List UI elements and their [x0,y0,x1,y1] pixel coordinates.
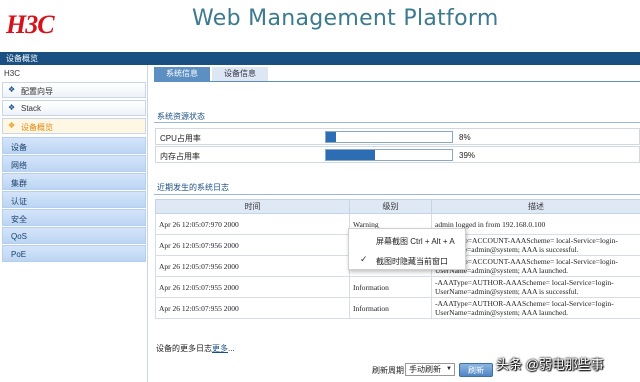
header: H3C Web Management Platform [0,0,640,52]
refresh-period-value: 手动刷新 [409,365,441,374]
table-row: Apr 26 12:05:07:955 2000 Information -AA… [155,276,640,298]
sidebar-item-stack[interactable]: ❖ Stack [2,100,146,116]
chevron-down-icon: ▼ [446,366,452,372]
cpu-usage-value: 8% [459,133,471,142]
log-time: Apr 26 12:05:07:956 2000 [155,255,350,277]
menu-item-hide-window[interactable]: ✓ 截图时隐藏当前窗口 [349,250,467,270]
checkmark-icon: ✓ [360,254,368,264]
log-time: Apr 26 12:05:07:970 2000 [155,213,350,235]
breadcrumb-bar: 设备概览 [0,52,640,65]
category-label: 集群 [11,179,27,188]
log-time: Apr 26 12:05:07:955 2000 [155,297,350,319]
log-time: Apr 26 12:05:07:955 2000 [155,276,350,298]
sidebar-item-label: 配置向导 [21,87,53,96]
column-header-time[interactable]: 时间 [155,199,350,214]
memory-usage-bar [325,149,453,161]
diamond-icon: ❖ [8,103,16,112]
more-logs-link[interactable]: 更多 [212,344,228,353]
menu-item-label: 屏幕截图 Ctrl + Alt + A [376,237,455,246]
log-description: -AAAType=AUTHOR-AAAScheme= local-Service… [431,276,640,298]
memory-usage-value: 39% [459,151,476,160]
column-header-description[interactable]: 描述 [431,199,640,214]
sidebar-item-label: Stack [21,104,42,113]
refresh-button[interactable]: 刷新 [459,363,493,377]
sidebar-title: H3C [4,69,21,78]
log-level: Information [349,276,432,298]
category-label: 设备 [11,143,27,152]
category-label: QoS [11,232,28,241]
sidebar: H3C ❖ 配置向导 ❖ Stack ❖ 设备概览 设备 网络 集群 认证 安全… [0,65,148,382]
log-title: 近期发生的系统日志 [157,183,229,192]
tab-divider [154,81,640,82]
sidebar-category-poe[interactable]: PoE [2,245,146,262]
sidebar-category-security[interactable]: 安全 [2,209,146,226]
resources-title: 系统资源状态 [157,112,205,121]
more-logs-text: 设备的更多日志更多... [156,343,235,354]
tab-device-info[interactable]: 设备信息 [212,67,268,81]
more-logs-prefix: 设备的更多日志 [156,344,212,353]
sidebar-item-wizard[interactable]: ❖ 配置向导 [2,82,146,98]
sidebar-item-label: 设备概览 [21,123,53,132]
refresh-period-select[interactable]: 手动刷新 ▼ [405,363,455,376]
section-divider [154,122,640,123]
cpu-usage-bar [325,131,453,143]
memory-usage-fill [326,150,376,160]
memory-usage-label: 内存占用率 [160,152,200,161]
sidebar-item-overview[interactable]: ❖ 设备概览 [2,118,146,134]
sidebar-category-network[interactable]: 网络 [2,155,146,172]
category-label: 网络 [11,161,27,170]
context-menu: 屏幕截图 Ctrl + Alt + A ✓ 截图时隐藏当前窗口 [348,228,466,270]
more-logs-suffix: ... [228,344,235,353]
category-label: PoE [11,250,27,259]
table-header-row: 时间 级别 描述 [155,199,640,214]
platform-title: Web Management Platform [192,6,499,31]
sidebar-category-auth[interactable]: 认证 [2,191,146,208]
category-label: 认证 [11,197,27,206]
memory-usage-row: 内存占用率 39% [155,146,640,163]
log-level: Information [349,297,432,319]
menu-item-screenshot[interactable]: 屏幕截图 Ctrl + Alt + A [349,230,467,250]
column-header-level[interactable]: 级别 [349,199,432,214]
log-time: Apr 26 12:05:07:956 2000 [155,234,350,256]
sidebar-category-device[interactable]: 设备 [2,137,146,154]
cpu-usage-row: CPU占用率 8% [155,128,640,145]
sidebar-category-qos[interactable]: QoS [2,227,146,244]
diamond-icon: ❖ [8,121,16,130]
diamond-icon: ❖ [8,85,16,94]
refresh-period-label: 刷新周期 [372,366,404,375]
watermark: 头条 @弱电那些事 [496,357,604,372]
table-row: Apr 26 12:05:07:955 2000 Information -AA… [155,297,640,319]
log-description: -AAAType=AUTHOR-AAAScheme= local-Service… [431,297,640,319]
category-label: 安全 [11,215,27,224]
menu-item-label: 截图时隐藏当前窗口 [376,257,448,266]
sidebar-category-cluster[interactable]: 集群 [2,173,146,190]
h3c-logo: H3C [6,10,55,39]
cpu-usage-label: CPU占用率 [160,134,201,143]
cpu-usage-fill [326,132,337,142]
tab-system-info[interactable]: 系统信息 [154,67,210,81]
section-divider [154,194,640,195]
breadcrumb: 设备概览 [6,54,38,63]
